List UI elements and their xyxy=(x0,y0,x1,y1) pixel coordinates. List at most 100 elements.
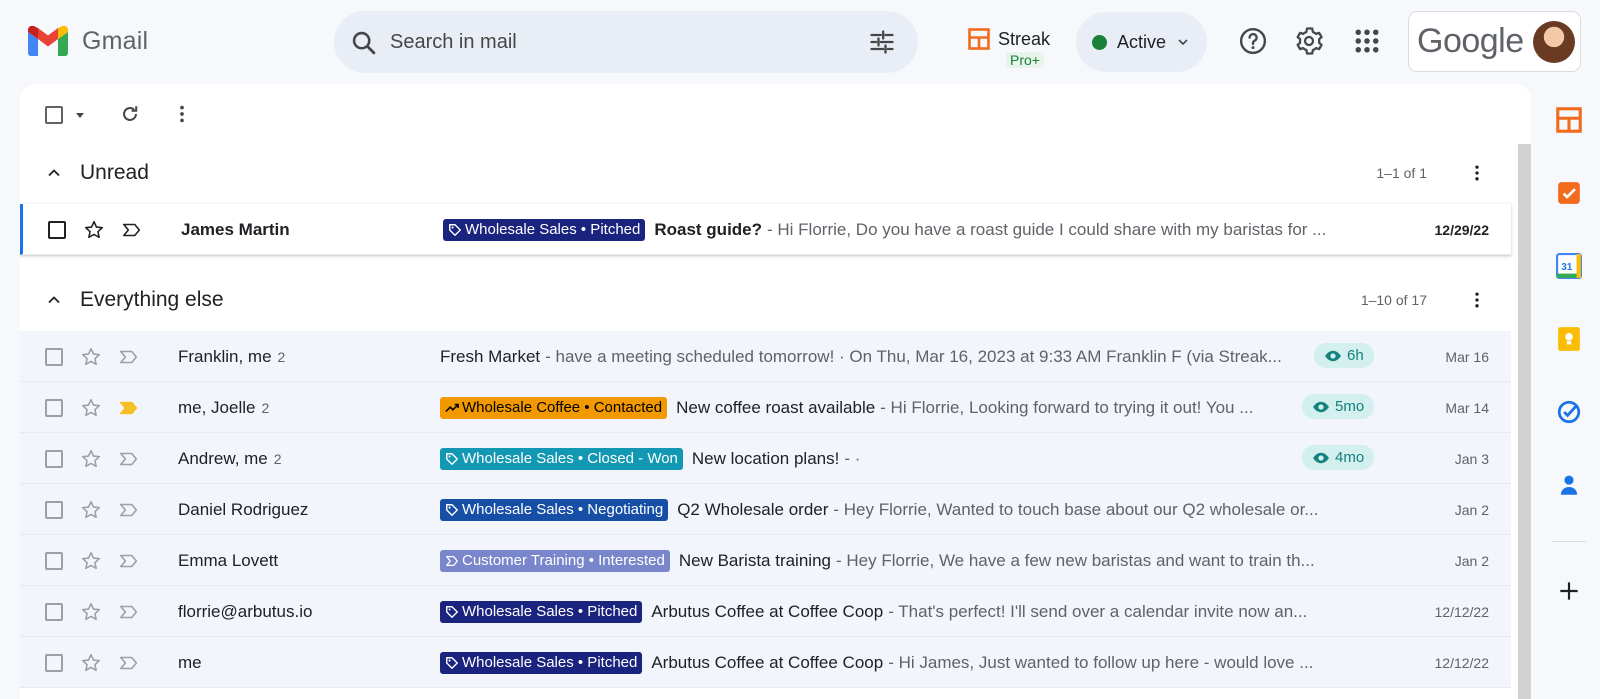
view-tracking-badge[interactable]: 4mo xyxy=(1302,445,1375,470)
row-checkbox[interactable] xyxy=(45,500,63,519)
section-menu-icon[interactable] xyxy=(1467,163,1487,183)
email-row[interactable]: Emma Lovett Customer Training • Intereste… xyxy=(20,535,1511,586)
email-row[interactable]: me Wholesale Sales • Pitched Arbutus Coffe… xyxy=(20,637,1511,688)
star-icon[interactable] xyxy=(80,535,102,586)
email-subject: New location plans! xyxy=(691,448,840,468)
star-icon[interactable] xyxy=(80,433,102,484)
select-dropdown-icon[interactable] xyxy=(72,107,88,123)
star-icon[interactable] xyxy=(80,331,102,382)
streak-button[interactable]: Streak Pro+ xyxy=(968,28,1050,68)
apps-grid-icon[interactable] xyxy=(1352,26,1382,56)
email-sender: me xyxy=(178,637,202,688)
sender-name: Franklin, me xyxy=(178,346,272,366)
refresh-icon[interactable] xyxy=(119,103,141,125)
email-row[interactable]: James Martin Wholesale Sales • Pitched Roa… xyxy=(20,204,1511,255)
row-checkbox[interactable] xyxy=(45,347,63,366)
search-input[interactable] xyxy=(390,11,830,73)
important-marker-icon[interactable] xyxy=(118,331,140,382)
important-marker-icon[interactable] xyxy=(118,484,140,535)
pipeline-tag-label: Wholesale Sales • Closed - Won xyxy=(462,450,678,467)
star-icon[interactable] xyxy=(80,637,102,688)
gmail-logo[interactable]: Gmail xyxy=(28,26,148,56)
email-snippet: - Hi Florrie, Looking forward to trying … xyxy=(880,397,1254,417)
thread-count: 2 xyxy=(261,399,270,416)
email-row[interactable]: Franklin, me 2 Fresh Market - have a meeti… xyxy=(20,331,1511,382)
status-selector[interactable]: Active xyxy=(1076,12,1207,72)
email-row[interactable]: Daniel Rodriguez Wholesale Sales • Negoti… xyxy=(20,484,1511,535)
contacts-icon[interactable] xyxy=(1556,472,1582,498)
pipeline-tag[interactable]: Wholesale Sales • Pitched xyxy=(443,218,646,241)
sender-name: me, Joelle xyxy=(178,397,256,417)
row-checkbox[interactable] xyxy=(45,398,63,417)
important-marker-icon[interactable] xyxy=(118,382,140,433)
important-marker-icon[interactable] xyxy=(118,637,140,688)
view-tracking-badge[interactable]: 5mo xyxy=(1302,394,1375,419)
email-row[interactable]: me, Joelle 2 Wholesale Coffee • Contacted N… xyxy=(20,382,1511,433)
row-checkbox[interactable] xyxy=(48,220,66,239)
pipeline-tag[interactable]: Wholesale Sales • Pitched xyxy=(440,600,643,623)
collapse-chevron-icon[interactable] xyxy=(44,290,64,310)
star-icon[interactable] xyxy=(80,586,102,637)
star-icon[interactable] xyxy=(80,382,102,433)
view-time: 6h xyxy=(1347,347,1364,364)
email-sender: Franklin, me 2 xyxy=(178,331,285,382)
email-sender: florrie@arbutus.io xyxy=(178,586,312,637)
side-panel-rail: 31 xyxy=(1540,0,1600,699)
important-marker-icon[interactable] xyxy=(118,535,140,586)
row-checkbox[interactable] xyxy=(45,602,63,621)
row-checkbox-wrap xyxy=(45,382,63,433)
view-time: 5mo xyxy=(1335,398,1365,415)
help-icon[interactable] xyxy=(1238,26,1268,56)
email-content: Fresh Market - have a meeting scheduled … xyxy=(440,331,1320,382)
select-all-checkbox[interactable] xyxy=(45,106,63,124)
trend-icon xyxy=(445,401,459,415)
scrollbar[interactable] xyxy=(1518,144,1531,699)
row-checkbox[interactable] xyxy=(45,551,63,570)
sender-name: Emma Lovett xyxy=(178,550,279,570)
email-sender: James Martin xyxy=(181,204,290,255)
streak-logo-icon xyxy=(968,28,990,50)
pipeline-tag[interactable]: Wholesale Coffee • Contacted xyxy=(440,396,668,419)
email-snippet: - Hi Florrie, Do you have a roast guide … xyxy=(767,219,1327,239)
pipeline-tag[interactable]: Wholesale Sales • Negotiating xyxy=(440,498,669,521)
add-addon-icon[interactable] xyxy=(1556,578,1582,604)
email-date: Mar 16 xyxy=(1445,348,1489,365)
pipeline-tag[interactable]: Wholesale Sales • Pitched xyxy=(440,651,643,674)
row-checkbox[interactable] xyxy=(45,449,63,468)
row-checkbox[interactable] xyxy=(45,653,63,672)
tag-icon xyxy=(445,452,459,466)
checklist-icon[interactable] xyxy=(1556,180,1582,206)
email-row[interactable]: florrie@arbutus.io Wholesale Sales • Pitc… xyxy=(20,586,1511,637)
important-marker-icon[interactable] xyxy=(121,204,143,255)
important-marker-icon[interactable] xyxy=(118,433,140,484)
google-logo: Google xyxy=(1417,22,1524,60)
collapse-chevron-icon[interactable] xyxy=(44,163,64,183)
app-name: Gmail xyxy=(82,26,149,55)
more-options-icon[interactable] xyxy=(171,103,193,125)
email-sender: Emma Lovett xyxy=(178,535,278,586)
email-content: Wholesale Sales • Pitched Roast guide? - … xyxy=(443,204,1363,255)
email-row[interactable]: Andrew, me 2 Wholesale Sales • Closed - Wo… xyxy=(20,433,1511,484)
calendar-icon[interactable]: 31 xyxy=(1556,253,1582,279)
pipeline-tag[interactable]: Wholesale Sales • Closed - Won xyxy=(440,447,683,470)
streak-panel-icon[interactable] xyxy=(1556,107,1582,133)
email-snippet: - Hey Florrie, We have a few new barista… xyxy=(835,550,1315,570)
star-icon[interactable] xyxy=(80,484,102,535)
email-snippet: - · xyxy=(844,448,861,468)
settings-gear-icon[interactable] xyxy=(1294,26,1324,56)
search-icon[interactable] xyxy=(350,29,378,57)
section-menu-icon[interactable] xyxy=(1467,290,1487,310)
pipeline-tag[interactable]: Customer Training • Interested xyxy=(440,549,670,572)
view-tracking-badge[interactable]: 6h xyxy=(1314,343,1374,368)
mail-list-panel: Unread 1–1 of 1 James Martin Wholesale Sa… xyxy=(20,84,1531,699)
thread-count: 2 xyxy=(277,348,286,365)
eye-icon xyxy=(1313,452,1329,463)
keep-notes-icon[interactable] xyxy=(1556,326,1582,352)
pipeline-tag-label: Customer Training • Interested xyxy=(462,552,665,569)
chevron-icon xyxy=(445,554,459,568)
top-bar: Gmail Streak Pro+ Active Google xyxy=(0,0,1600,82)
star-icon[interactable] xyxy=(83,204,105,255)
tasks-icon[interactable] xyxy=(1556,399,1582,425)
important-marker-icon[interactable] xyxy=(118,586,140,637)
search-options-icon[interactable] xyxy=(868,28,896,56)
